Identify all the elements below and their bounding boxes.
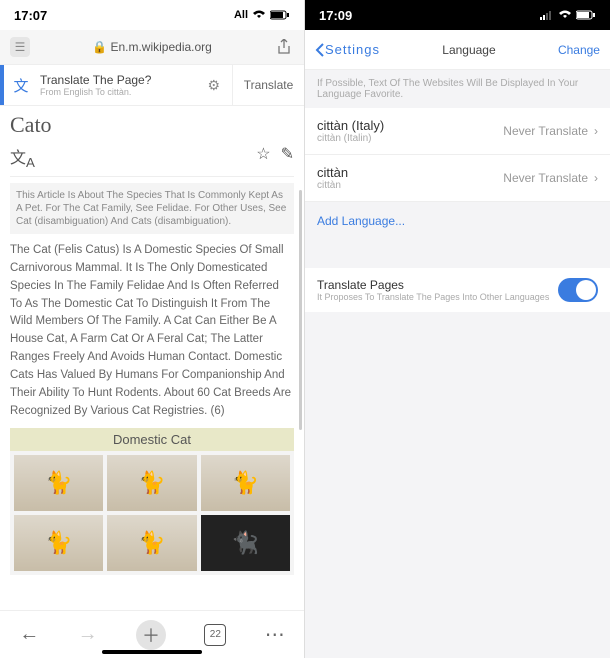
back-label: Settings bbox=[325, 42, 380, 57]
language-row[interactable]: cittàn (Italy) cittàn (Italin) Never Tra… bbox=[305, 108, 610, 155]
battery-icon bbox=[270, 10, 290, 20]
translate-text: Translate The Page? From English To citt… bbox=[40, 73, 193, 97]
wifi-icon bbox=[558, 10, 572, 20]
language-row[interactable]: cittàn cittàn Never Translate › bbox=[305, 155, 610, 202]
translate-banner: 文 Translate The Page? From English To ci… bbox=[0, 64, 304, 106]
translate-title: Translate The Page? bbox=[40, 73, 193, 87]
language-name: cittàn (Italy) bbox=[317, 118, 384, 133]
nav-title: Language bbox=[442, 43, 495, 57]
translate-subtitle: From English To cittàn. bbox=[40, 87, 193, 97]
chevron-right-icon: › bbox=[594, 124, 598, 138]
translate-banner-body[interactable]: 文 Translate The Page? From English To ci… bbox=[0, 65, 232, 105]
edit-icon[interactable]: ✎ bbox=[281, 144, 294, 170]
cat-image[interactable]: 🐈 bbox=[201, 455, 290, 511]
cat-image[interactable]: 🐈 bbox=[14, 515, 103, 571]
forward-icon[interactable]: → bbox=[78, 623, 98, 646]
status-time: 17:09 bbox=[319, 8, 352, 23]
new-tab-button[interactable]: ＋ bbox=[136, 620, 166, 650]
browser-screen: 17:07 All ☰ 🔒 En.m.wikipedia.org 文 Trans… bbox=[0, 0, 305, 658]
add-language-button[interactable]: Add Language... bbox=[305, 202, 610, 240]
article-tools: 文A ☆ ✎ bbox=[10, 144, 294, 177]
gear-icon[interactable]: ⚙ bbox=[201, 77, 226, 94]
language-icon[interactable]: 文A bbox=[10, 144, 35, 170]
back-button[interactable]: Settings bbox=[315, 42, 380, 57]
translate-pages-toggle[interactable] bbox=[558, 278, 598, 302]
language-action: Never Translate bbox=[503, 124, 588, 138]
language-name: cittàn bbox=[317, 165, 348, 180]
cat-image[interactable]: 🐈 bbox=[107, 455, 196, 511]
scrollbar[interactable] bbox=[299, 190, 302, 430]
article-body: The Cat (Felis Catus) Is A Domestic Spec… bbox=[10, 242, 294, 420]
language-subtitle: cittàn (Italin) bbox=[317, 133, 384, 144]
article-content: Cato 文A ☆ ✎ This Article Is About The Sp… bbox=[0, 106, 304, 610]
network-label: All bbox=[234, 9, 248, 21]
translate-pages-row: Translate Pages It Proposes To Translate… bbox=[305, 268, 610, 312]
chevron-right-icon: › bbox=[594, 171, 598, 185]
share-icon[interactable] bbox=[274, 37, 294, 57]
status-right: All bbox=[234, 9, 290, 21]
settings-screen: 17:09 Settings Language Change If Possib… bbox=[305, 0, 610, 658]
status-time: 17:07 bbox=[14, 8, 47, 23]
infobox-header: Domestic Cat bbox=[10, 428, 294, 451]
signal-icon bbox=[540, 10, 554, 20]
translate-button[interactable]: Translate bbox=[232, 65, 304, 105]
battery-icon bbox=[576, 10, 596, 20]
url-host: En.m.wikipedia.org bbox=[110, 40, 211, 54]
section-description: If Possible, Text Of The Websites Will B… bbox=[305, 70, 610, 108]
nav-bar: Settings Language Change bbox=[305, 30, 610, 70]
address-bar[interactable]: ☰ 🔒 En.m.wikipedia.org bbox=[0, 30, 304, 64]
infobox-images: 🐈 🐈 🐈 🐈 🐈 🐈‍⬛ bbox=[10, 451, 294, 575]
cat-image[interactable]: 🐈 bbox=[107, 515, 196, 571]
language-action: Never Translate bbox=[503, 171, 588, 185]
change-button[interactable]: Change bbox=[558, 43, 600, 57]
status-bar: 17:09 bbox=[305, 0, 610, 30]
status-bar: 17:07 All bbox=[0, 0, 304, 30]
wifi-icon bbox=[252, 10, 266, 20]
cat-image[interactable]: 🐈‍⬛ bbox=[201, 515, 290, 571]
translate-pages-subtitle: It Proposes To Translate The Pages Into … bbox=[317, 292, 549, 302]
translate-icon: 文 bbox=[10, 74, 32, 96]
star-icon[interactable]: ☆ bbox=[256, 144, 270, 170]
tabs-button[interactable]: 22 bbox=[204, 624, 226, 646]
home-indicator[interactable] bbox=[102, 650, 202, 654]
translate-pages-title: Translate Pages bbox=[317, 278, 549, 292]
chevron-left-icon bbox=[315, 43, 325, 57]
status-right bbox=[540, 10, 596, 20]
language-subtitle: cittàn bbox=[317, 180, 348, 191]
back-icon[interactable]: ← bbox=[19, 623, 39, 646]
disambiguation-note: This Article Is About The Species That I… bbox=[10, 183, 294, 234]
cat-image[interactable]: 🐈 bbox=[14, 455, 103, 511]
more-icon[interactable]: ⋯ bbox=[265, 622, 285, 647]
reader-view-icon[interactable]: ☰ bbox=[10, 37, 30, 57]
lock-icon: 🔒 bbox=[92, 40, 107, 54]
page-title: Cato bbox=[10, 112, 294, 138]
url-text: 🔒 En.m.wikipedia.org bbox=[36, 40, 268, 54]
